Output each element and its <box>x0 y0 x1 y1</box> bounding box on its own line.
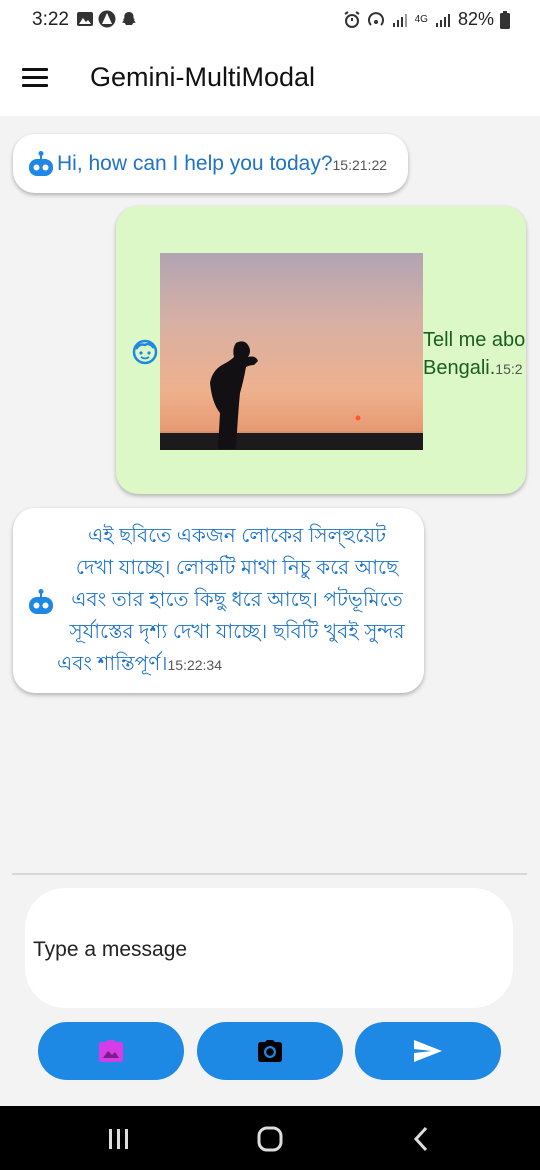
robot-icon <box>29 589 53 614</box>
recent-apps-icon[interactable] <box>104 1124 134 1154</box>
message-line: সূর্যাস্তের দৃশ্য দেখা যাচ্ছে। ছবিটি খুব… <box>69 621 405 643</box>
chat-list[interactable]: Hi, how can I help you today?15:21:22 Te… <box>0 116 540 873</box>
message-input-placeholder: Type a message <box>33 938 188 961</box>
app-notification-icon <box>98 10 116 28</box>
status-right: 4G 82% <box>343 9 510 30</box>
network-type: 4G <box>414 13 428 25</box>
divider <box>12 873 527 875</box>
message-text: Hi, how can I help you today? <box>57 152 333 175</box>
hotspot-icon <box>367 11 384 26</box>
gallery-button[interactable] <box>38 1022 184 1080</box>
app-title: Gemini-MultiModal <box>90 62 316 92</box>
camera-icon <box>258 1040 282 1062</box>
bot-message: Hi, how can I help you today?15:21:22 <box>13 134 408 193</box>
home-icon[interactable] <box>255 1124 285 1154</box>
bot-message: এই ছবিতে একজন লোকের সিল্হুয়েট দেখা যাচ্… <box>13 508 424 693</box>
user-message: Tell me abo Bengali.15:2 <box>116 206 526 494</box>
battery-percent: 82% <box>457 9 494 29</box>
alarm-icon <box>344 10 360 28</box>
send-button[interactable] <box>355 1022 501 1080</box>
signal-icon <box>392 13 407 27</box>
message-line: এবং শান্তিপূর্ণ। <box>57 653 168 675</box>
gallery-notification-icon <box>77 12 93 26</box>
menu-icon[interactable] <box>22 68 48 88</box>
robot-icon <box>29 151 53 176</box>
message-line: এবং তার হাতে কিছু ধরে আছে। পটভূমিতে <box>71 589 403 611</box>
status-bar: 3:22 4G 82% <box>0 0 540 40</box>
message-line: দেখা যাচ্ছে। লোকটি মাথা নিচু করে আছে <box>75 557 399 579</box>
snapchat-icon <box>122 12 136 25</box>
message-input[interactable]: Type a message <box>25 888 513 1008</box>
gallery-icon <box>99 1040 123 1062</box>
send-icon <box>414 1040 442 1062</box>
battery-icon <box>500 10 510 29</box>
message-time: 15:22:34 <box>167 657 222 673</box>
back-icon[interactable] <box>406 1124 436 1154</box>
system-nav-bar <box>0 1106 540 1170</box>
status-time: 3:22 <box>32 9 69 30</box>
message-text: Tell me abo <box>423 329 526 351</box>
signal-icon-2 <box>435 13 450 27</box>
camera-button[interactable] <box>197 1022 343 1080</box>
notification-icons <box>76 10 138 28</box>
message-time: 15:21:22 <box>332 157 388 173</box>
message-time: 15:2 <box>495 361 523 377</box>
sunset-silhouette-image[interactable] <box>160 253 423 450</box>
message-text-line-2: Bengali. <box>423 357 496 379</box>
message-line: এই ছবিতে একজন লোকের সিল্হুয়েট <box>87 525 387 547</box>
face-icon <box>132 339 158 365</box>
app-bar: Gemini-MultiModal <box>0 40 540 116</box>
